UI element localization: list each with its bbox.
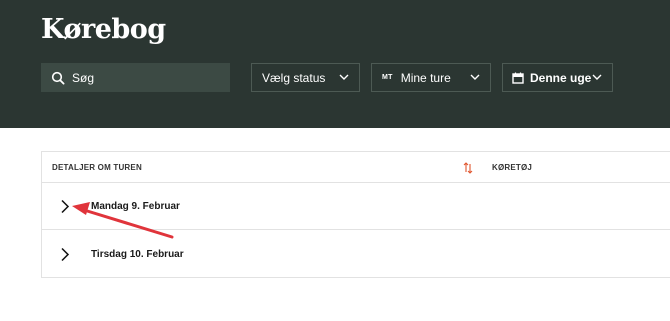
column-header-details[interactable]: DETALJER OM TUREN — [52, 163, 142, 172]
sort-icon[interactable] — [463, 162, 473, 174]
table-header: DETALJER OM TUREN KØRETØJ — [42, 152, 670, 183]
column-header-vehicle[interactable]: KØRETØJ — [492, 163, 532, 172]
search-input[interactable]: Søg — [41, 63, 230, 92]
calendar-icon — [512, 72, 524, 84]
tours-dropdown-label: Mine ture — [400, 70, 451, 85]
table-row[interactable]: Mandag 9. Februar — [42, 183, 670, 230]
page-title: Kørebog — [41, 14, 166, 45]
chevron-down-icon — [339, 74, 349, 80]
row-date-label: Tirsdag 10. Februar — [91, 249, 184, 260]
tours-dropdown[interactable]: MT Mine ture — [371, 63, 491, 92]
status-dropdown[interactable]: Vælg status — [251, 63, 360, 92]
page-header: Kørebog Søg Vælg status MT Mine ture Den… — [0, 0, 670, 128]
row-date-label: Mandag 9. Februar — [91, 201, 180, 212]
search-placeholder: Søg — [72, 70, 95, 85]
chevron-down-icon — [592, 74, 602, 80]
date-range-label: Denne uge — [530, 70, 592, 85]
status-dropdown-label: Vælg status — [262, 70, 326, 85]
chevron-right-icon[interactable] — [60, 199, 70, 214]
table-row[interactable]: Tirsdag 10. Februar — [42, 231, 670, 278]
date-range-dropdown[interactable]: Denne uge — [502, 63, 613, 92]
chevron-right-icon[interactable] — [60, 247, 70, 262]
chevron-down-icon — [470, 74, 480, 80]
search-icon — [51, 71, 65, 85]
user-initials-badge: MT — [382, 74, 393, 81]
trips-table: DETALJER OM TUREN KØRETØJ Mandag 9. Febr… — [41, 151, 670, 278]
